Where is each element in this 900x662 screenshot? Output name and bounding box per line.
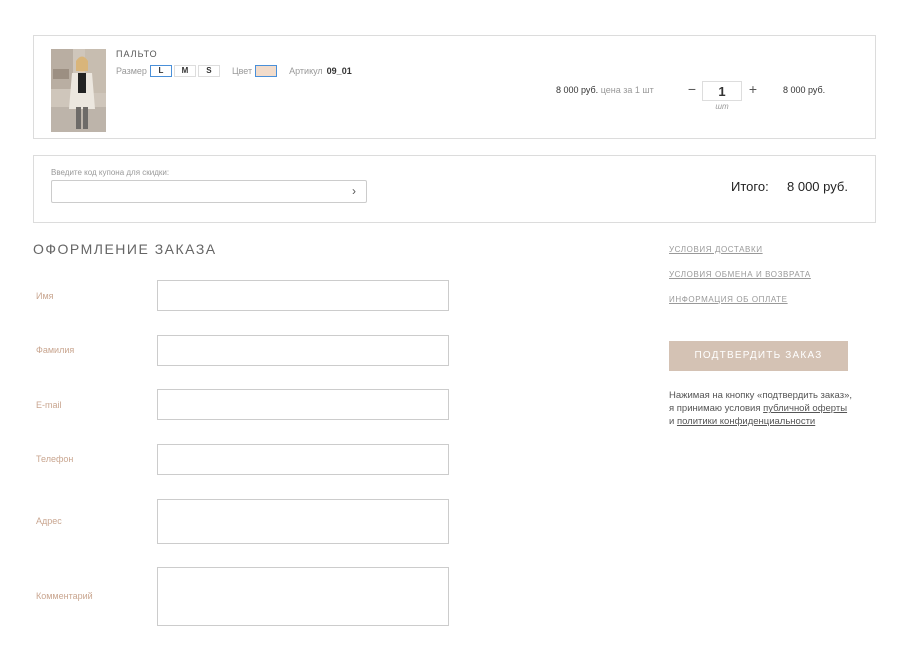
consent-line-1: Нажимая на кнопку «подтвердить заказ», bbox=[669, 390, 852, 401]
consent-line-3: и политики конфиденциальности bbox=[669, 415, 884, 428]
phone-label: Телефон bbox=[36, 454, 74, 464]
color-label: Цвет bbox=[231, 65, 253, 76]
consent-text: Нажимая на кнопку «подтвердить заказ», я… bbox=[669, 389, 884, 428]
size-option-l[interactable]: L bbox=[149, 64, 172, 77]
surname-label: Фамилия bbox=[36, 345, 75, 355]
exchange-terms-link[interactable]: УСЛОВИЯ ОБМЕНА И ВОЗВРАТА bbox=[669, 270, 811, 279]
qty-increase-button[interactable]: + bbox=[747, 81, 759, 97]
quantity-unit: шт bbox=[715, 102, 729, 111]
product-name[interactable]: ПАЛЬТО bbox=[116, 49, 158, 59]
size-option-s[interactable]: S bbox=[197, 64, 220, 77]
email-label: E-mail bbox=[36, 400, 62, 410]
product-photo bbox=[51, 49, 106, 132]
unit-price-value: 8 000 руб. bbox=[556, 85, 599, 95]
unit-price-note: цена за 1 шт bbox=[600, 85, 654, 95]
comment-label: Комментарий bbox=[36, 591, 93, 601]
payment-info-link[interactable]: ИНФОРМАЦИЯ ОБ ОПЛАТЕ bbox=[669, 295, 788, 304]
name-field[interactable] bbox=[157, 280, 449, 311]
product-options: Размер L M S Цвет Артикул 09_01 bbox=[116, 64, 352, 77]
email-field[interactable] bbox=[157, 389, 449, 420]
color-swatch[interactable] bbox=[255, 64, 278, 77]
coupon-label: Введите код купона для скидки: bbox=[51, 168, 170, 177]
total-label: Итого: bbox=[731, 179, 769, 194]
qty-decrease-button[interactable]: − bbox=[686, 81, 698, 97]
address-field[interactable] bbox=[157, 499, 449, 544]
public-offer-link[interactable]: публичной оферты bbox=[763, 403, 847, 414]
delivery-terms-link[interactable]: УСЛОВИЯ ДОСТАВКИ bbox=[669, 245, 763, 254]
quantity-input[interactable] bbox=[702, 81, 742, 101]
phone-field[interactable] bbox=[157, 444, 449, 475]
address-label: Адрес bbox=[36, 516, 62, 526]
product-image[interactable] bbox=[51, 49, 106, 132]
confirm-order-button[interactable]: ПОДТВЕРДИТЬ ЗАКАЗ bbox=[669, 341, 848, 371]
consent-line-3-prefix: и bbox=[669, 416, 677, 427]
surname-field[interactable] bbox=[157, 335, 449, 366]
total-value: 8 000 руб. bbox=[787, 179, 848, 194]
cart-item-card: ПАЛЬТО Размер L M S Цвет Артикул 09_01 8… bbox=[33, 35, 876, 139]
line-total: 8 000 руб. bbox=[783, 85, 826, 95]
chevron-right-icon[interactable]: › bbox=[352, 184, 356, 198]
name-label: Имя bbox=[36, 291, 54, 301]
consent-line-2: я принимаю условия публичной оферты bbox=[669, 402, 884, 415]
size-option-m[interactable]: M bbox=[173, 64, 196, 77]
consent-line-2-prefix: я принимаю условия bbox=[669, 403, 764, 414]
unit-price: 8 000 руб. цена за 1 шт bbox=[556, 85, 654, 95]
coupon-input[interactable] bbox=[51, 180, 367, 203]
size-label: Размер bbox=[116, 65, 147, 76]
sku-value: 09_01 bbox=[326, 65, 352, 76]
comment-field[interactable] bbox=[157, 567, 449, 626]
checkout-title: ОФОРМЛЕНИЕ ЗАКАЗА bbox=[33, 241, 217, 257]
coupon-card: Введите код купона для скидки: › Итого: … bbox=[33, 155, 876, 223]
sku-label: Артикул bbox=[289, 65, 323, 76]
privacy-policy-link[interactable]: политики конфиденциальности bbox=[677, 416, 815, 427]
